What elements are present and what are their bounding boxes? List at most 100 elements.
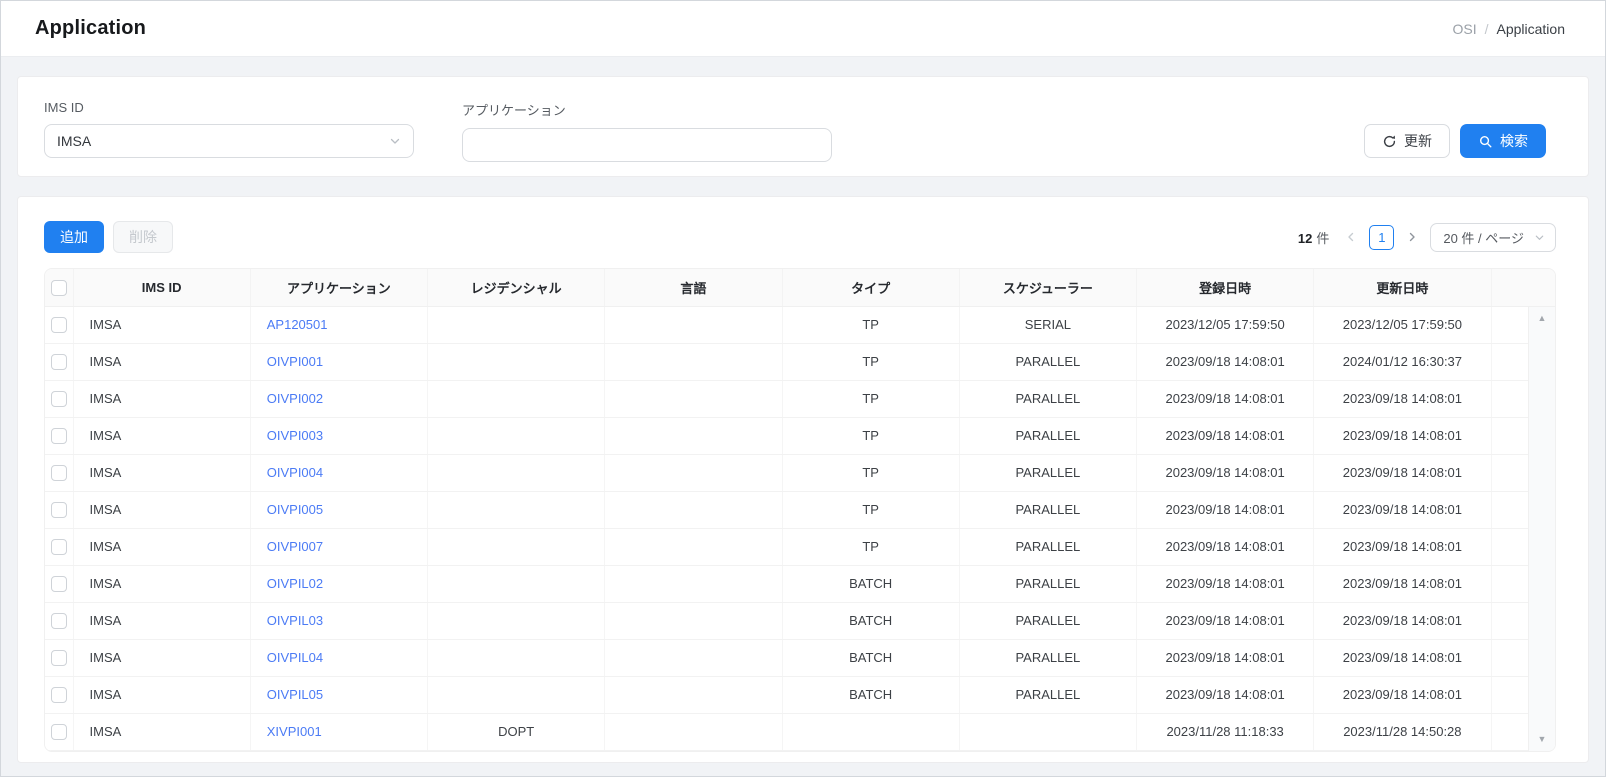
application-link[interactable]: OIVPIL04 [267,650,323,665]
application-link[interactable]: OIVPIL02 [267,576,323,591]
row-checkbox[interactable] [51,317,67,333]
breadcrumb-current: Application [1497,21,1566,37]
row-checkbox[interactable] [51,539,67,555]
total-count: 12件 [1298,228,1329,247]
refresh-button[interactable]: 更新 [1364,124,1450,158]
row-checkbox[interactable] [51,428,67,444]
application-link[interactable]: OIVPIL03 [267,613,323,628]
ims-cell: IMSA [73,602,250,639]
ims-cell: IMSA [73,676,250,713]
scroll-down-icon[interactable]: ▼ [1538,735,1547,744]
row-checkbox-cell [45,676,73,713]
type-cell: BATCH [782,676,959,713]
add-button[interactable]: 追加 [44,221,104,253]
application-cell: OIVPI005 [250,491,427,528]
row-checkbox[interactable] [51,354,67,370]
language-cell [605,602,782,639]
scheduler-cell: PARALLEL [959,454,1136,491]
page-number-button[interactable]: 1 [1369,225,1394,250]
language-cell [605,713,782,750]
updated-cell: 2023/09/18 14:08:01 [1314,602,1491,639]
language-cell [605,639,782,676]
search-button[interactable]: 検索 [1460,124,1546,158]
updated-cell: 2023/09/18 14:08:01 [1314,417,1491,454]
application-cell: XIVPI001 [250,713,427,750]
column-header: タイプ [782,269,959,306]
language-cell [605,491,782,528]
language-cell [605,343,782,380]
row-checkbox[interactable] [51,502,67,518]
table-row: IMSAXIVPI001DOPT2023/11/28 11:18:332023/… [45,713,1555,750]
scheduler-cell: PARALLEL [959,602,1136,639]
application-cell: OIVPI002 [250,380,427,417]
application-link[interactable]: OIVPI007 [267,539,323,554]
header-filler-cell [1491,269,1555,306]
row-checkbox-cell [45,343,73,380]
updated-cell: 2023/09/18 14:08:01 [1314,528,1491,565]
select-all-checkbox[interactable] [51,280,67,296]
select-all-cell [45,269,73,306]
table-toolbar: 追加 削除 12件 1 20 件 / ページ [44,221,1556,253]
application-link[interactable]: OIVPI003 [267,428,323,443]
prev-page-icon[interactable] [1345,231,1357,243]
updated-cell: 2023/09/18 14:08:01 [1314,491,1491,528]
row-checkbox[interactable] [51,724,67,740]
ims-id-select[interactable]: IMSA [44,124,414,158]
row-checkbox[interactable] [51,465,67,481]
application-link[interactable]: OIVPIL05 [267,687,323,702]
column-header: 言語 [605,269,782,306]
column-header: 更新日時 [1314,269,1491,306]
ims-cell: IMSA [73,454,250,491]
residential-cell [428,639,605,676]
row-checkbox-cell [45,417,73,454]
application-link[interactable]: AP120501 [267,317,328,332]
application-page: Application OSI / Application IMS ID IMS… [0,0,1606,777]
application-input[interactable] [462,128,832,162]
type-cell: TP [782,306,959,343]
scheduler-cell: PARALLEL [959,491,1136,528]
next-page-icon[interactable] [1406,231,1418,243]
application-cell: OIVPI007 [250,528,427,565]
row-checkbox[interactable] [51,687,67,703]
application-link[interactable]: OIVPI002 [267,391,323,406]
column-header: レジデンシャル [428,269,605,306]
application-cell: OIVPIL03 [250,602,427,639]
application-link[interactable]: OIVPI001 [267,354,323,369]
updated-cell: 2023/09/18 14:08:01 [1314,380,1491,417]
ims-cell: IMSA [73,343,250,380]
updated-cell: 2023/12/05 17:59:50 [1314,306,1491,343]
delete-button: 削除 [113,221,173,253]
row-checkbox[interactable] [51,391,67,407]
created-cell: 2023/09/18 14:08:01 [1137,676,1314,713]
row-checkbox[interactable] [51,613,67,629]
ims-cell: IMSA [73,528,250,565]
table-row: IMSA OIVPIL05 BATCHPARALLEL2023/09/18 14:0… [45,676,1555,713]
scroll-up-icon[interactable]: ▲ [1538,314,1547,323]
type-cell: BATCH [782,602,959,639]
language-cell [605,417,782,454]
residential-cell [428,676,605,713]
breadcrumb-parent[interactable]: OSI [1452,21,1476,37]
language-cell [605,306,782,343]
application-link[interactable]: OIVPI005 [267,502,323,517]
toolbar-actions: 追加 削除 [44,221,173,253]
application-filter-group: アプリケーション [462,98,832,162]
total-count-unit: 件 [1316,231,1329,246]
residential-cell [428,454,605,491]
table-scrollbar[interactable]: ▲ ▼ [1528,307,1555,751]
refresh-icon [1382,134,1397,149]
application-link[interactable]: OIVPI004 [267,465,323,480]
table-row: IMSA OIVPIL03 BATCHPARALLEL 2023/09/18 14:0… [45,602,1555,639]
row-checkbox[interactable] [51,576,67,592]
scheduler-cell: PARALLEL [959,676,1136,713]
updated-cell: 2023/09/18 14:08:01 [1314,454,1491,491]
residential-cell [428,306,605,343]
row-checkbox[interactable] [51,650,67,666]
page-size-select[interactable]: 20 件 / ページ [1430,223,1556,252]
table-card: 追加 削除 12件 1 20 件 / ページ [17,196,1589,763]
page-size-value: 20 件 / ページ [1443,228,1524,247]
residential-cell [428,528,605,565]
table-row: IMSAOIVPIL02BATCHPARALLEL2023/09/18 14:0… [45,565,1555,602]
application-cell: OIVPIL04 [250,639,427,676]
application-link[interactable]: XIVPI001 [267,724,322,739]
